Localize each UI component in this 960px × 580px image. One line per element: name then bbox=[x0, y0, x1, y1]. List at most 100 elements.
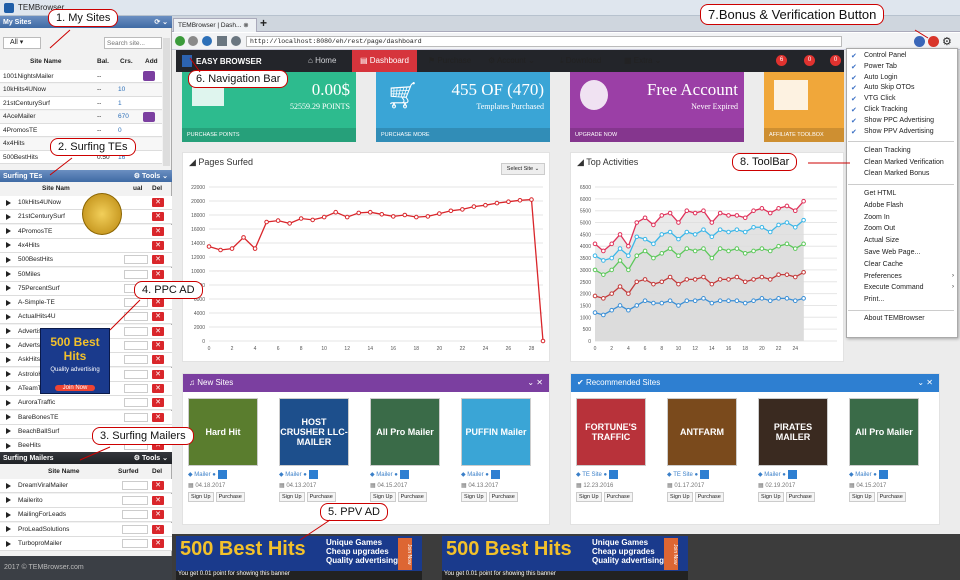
delete-button[interactable]: ✕ bbox=[152, 481, 164, 490]
tile-points-footer[interactable]: PURCHASE POINTS bbox=[182, 128, 356, 142]
table-row[interactable]: Mailerito ✕ bbox=[0, 493, 172, 508]
menu-item[interactable]: Clean Tracking bbox=[864, 147, 911, 154]
delete-button[interactable]: ✕ bbox=[152, 412, 164, 422]
menu-item[interactable]: Save Web Page... bbox=[864, 249, 920, 256]
manual-input[interactable] bbox=[124, 412, 148, 422]
play-icon[interactable] bbox=[6, 371, 11, 378]
browser-tab[interactable]: TEMBrowser | Dash... ⊗ bbox=[173, 18, 257, 32]
power-icon[interactable] bbox=[878, 470, 888, 479]
power-icon[interactable] bbox=[490, 470, 500, 479]
list-item[interactable]: 10kHits4UNow -- 10 bbox=[0, 83, 162, 97]
play-icon[interactable] bbox=[6, 399, 11, 406]
select-site-dropdown[interactable]: Select Site ⌄ bbox=[501, 163, 545, 175]
site-thumbnail[interactable]: HOST CRUSHER LLC-MAILER bbox=[279, 398, 349, 466]
table-row[interactable]: AuroraTraffic ✕ bbox=[0, 396, 172, 411]
power-icon[interactable] bbox=[699, 470, 709, 479]
site-card[interactable]: PIRATES MAILER ◆ Mailer ● ▦ 02.19.2017 Sig… bbox=[758, 398, 830, 510]
menu-item[interactable]: Control Panel bbox=[864, 52, 906, 59]
delete-button[interactable]: ✕ bbox=[152, 524, 164, 534]
menu-item[interactable]: Print... bbox=[864, 296, 884, 303]
table-row[interactable]: DreamViralMailer ✕ bbox=[0, 479, 172, 493]
delete-button[interactable]: ✕ bbox=[152, 198, 164, 207]
notification-badge[interactable]: 6 bbox=[776, 55, 787, 66]
play-icon[interactable] bbox=[6, 199, 11, 206]
play-icon[interactable] bbox=[6, 482, 11, 489]
message-badge[interactable]: 0 bbox=[804, 55, 815, 66]
play-icon[interactable] bbox=[6, 385, 11, 392]
table-row[interactable]: 500BestHits ✕ bbox=[0, 253, 172, 268]
site-search-input[interactable] bbox=[104, 37, 162, 49]
sign-up-button[interactable]: Sign Up bbox=[849, 492, 875, 502]
ppv-banner-2[interactable]: 500 Best Hits Unique Games Cheap upgrade… bbox=[442, 536, 688, 580]
purchase-button[interactable]: Purchase bbox=[785, 492, 815, 502]
list-item[interactable]: 1001NightsMailer -- bbox=[0, 70, 162, 83]
menu-item[interactable]: Zoom Out bbox=[864, 225, 895, 232]
play-icon[interactable] bbox=[6, 511, 11, 518]
sign-up-button[interactable]: Sign Up bbox=[576, 492, 602, 502]
delete-button[interactable]: ✕ bbox=[152, 510, 164, 519]
tile-affiliate-footer[interactable]: AFFILIATE TOOLBOX bbox=[764, 128, 844, 142]
play-icon[interactable] bbox=[6, 526, 11, 532]
power-icon[interactable] bbox=[608, 470, 618, 479]
purchase-button[interactable]: Purchase bbox=[876, 492, 906, 502]
list-item[interactable]: 4AceMailer -- 670 bbox=[0, 110, 162, 124]
menu-item[interactable]: Clean Marked Verification bbox=[864, 159, 944, 166]
collapse-close-icon[interactable]: ⌄ ✕ bbox=[917, 378, 933, 387]
site-thumbnail[interactable]: PIRATES MAILER bbox=[758, 398, 828, 466]
play-icon[interactable] bbox=[6, 242, 11, 249]
nav-extra[interactable]: ▦ Extra ⌄ bbox=[616, 50, 669, 72]
table-row[interactable]: MailingForLeads ✕ bbox=[0, 508, 172, 522]
tile-templates-footer[interactable]: PURCHASE MORE bbox=[376, 128, 550, 142]
ppc-ad[interactable]: 500 Best Hits Quality advertising Join N… bbox=[40, 328, 110, 394]
site-filter-select[interactable]: All ▾ bbox=[3, 37, 41, 49]
my-sites-scrollbar[interactable] bbox=[163, 38, 170, 166]
menu-item[interactable]: Clear Cache bbox=[864, 261, 903, 268]
nav-home[interactable]: ⌂ Home bbox=[300, 50, 344, 72]
site-thumbnail[interactable]: All Pro Mailer bbox=[849, 398, 919, 466]
menu-item[interactable]: Get HTML bbox=[864, 190, 896, 197]
home-icon[interactable] bbox=[202, 36, 212, 46]
menu-item[interactable]: Preferences bbox=[864, 273, 902, 280]
delete-button[interactable]: ✕ bbox=[152, 398, 164, 408]
bookmarks-icon[interactable] bbox=[217, 36, 227, 46]
power-icon[interactable] bbox=[217, 470, 227, 479]
manual-input[interactable] bbox=[124, 269, 148, 279]
nav-purchase[interactable]: ⚑ Purchase bbox=[420, 50, 479, 72]
surfing-mailers-tools[interactable]: ⚙ Tools ⌄ bbox=[134, 454, 168, 462]
play-icon[interactable] bbox=[6, 328, 11, 335]
power-icon[interactable] bbox=[308, 470, 318, 479]
table-row[interactable]: 4x4Hits ✕ bbox=[0, 238, 172, 253]
surfing-tes-tools[interactable]: ⚙ Tools ⌄ bbox=[134, 172, 168, 180]
manual-input[interactable] bbox=[124, 369, 148, 379]
purchase-button[interactable]: Purchase bbox=[694, 492, 724, 502]
site-card[interactable]: All Pro Mailer ◆ Mailer ● ▦ 04.15.2017 Sig… bbox=[370, 398, 442, 510]
table-row[interactable]: BareBonesTE ✕ bbox=[0, 410, 172, 425]
site-card[interactable]: Hard Hit ◆ Mailer ● ▦ 04.18.2017 Sign Up Pu… bbox=[188, 398, 260, 510]
power-icon[interactable] bbox=[787, 470, 797, 479]
site-card[interactable]: FORTUNE'S TRAFFIC ◆ TE Site ● ▦ 12.23.201… bbox=[576, 398, 648, 510]
delete-button[interactable]: ✕ bbox=[152, 326, 164, 336]
play-icon[interactable] bbox=[6, 428, 11, 435]
manual-input[interactable] bbox=[124, 383, 148, 393]
sign-up-button[interactable]: Sign Up bbox=[370, 492, 396, 502]
back-icon[interactable] bbox=[175, 36, 185, 46]
delete-button[interactable]: ✕ bbox=[152, 240, 164, 250]
menu-item[interactable]: VTG Click bbox=[864, 95, 896, 102]
purchase-button[interactable]: Purchase bbox=[215, 492, 245, 502]
table-row[interactable]: 50Miles ✕ bbox=[0, 267, 172, 282]
menu-item[interactable]: Clean Marked Bonus bbox=[864, 170, 929, 177]
settings-icon[interactable] bbox=[231, 36, 241, 46]
site-thumbnail[interactable]: Hard Hit bbox=[188, 398, 258, 466]
sign-up-button[interactable]: Sign Up bbox=[758, 492, 784, 502]
table-row[interactable]: ProLeadSolutions ✕ bbox=[0, 522, 172, 537]
nav-account[interactable]: ⚙ Account ⌄ bbox=[480, 50, 543, 72]
nav-download[interactable]: ⤓ Download bbox=[552, 50, 609, 72]
table-row[interactable]: TurboproMailer ✕ bbox=[0, 537, 172, 551]
menu-item[interactable]: Zoom In bbox=[864, 214, 890, 221]
alert-badge[interactable]: 0 bbox=[830, 55, 841, 66]
site-card[interactable]: PUFFIN Mailer ◆ Mailer ● ▦ 04.13.2017 Sign… bbox=[461, 398, 533, 510]
purchase-button[interactable]: Purchase bbox=[488, 492, 518, 502]
menu-item[interactable]: Show PPV Advertising bbox=[864, 128, 934, 135]
bonus-icon[interactable] bbox=[914, 36, 925, 47]
sign-up-button[interactable]: Sign Up bbox=[279, 492, 305, 502]
